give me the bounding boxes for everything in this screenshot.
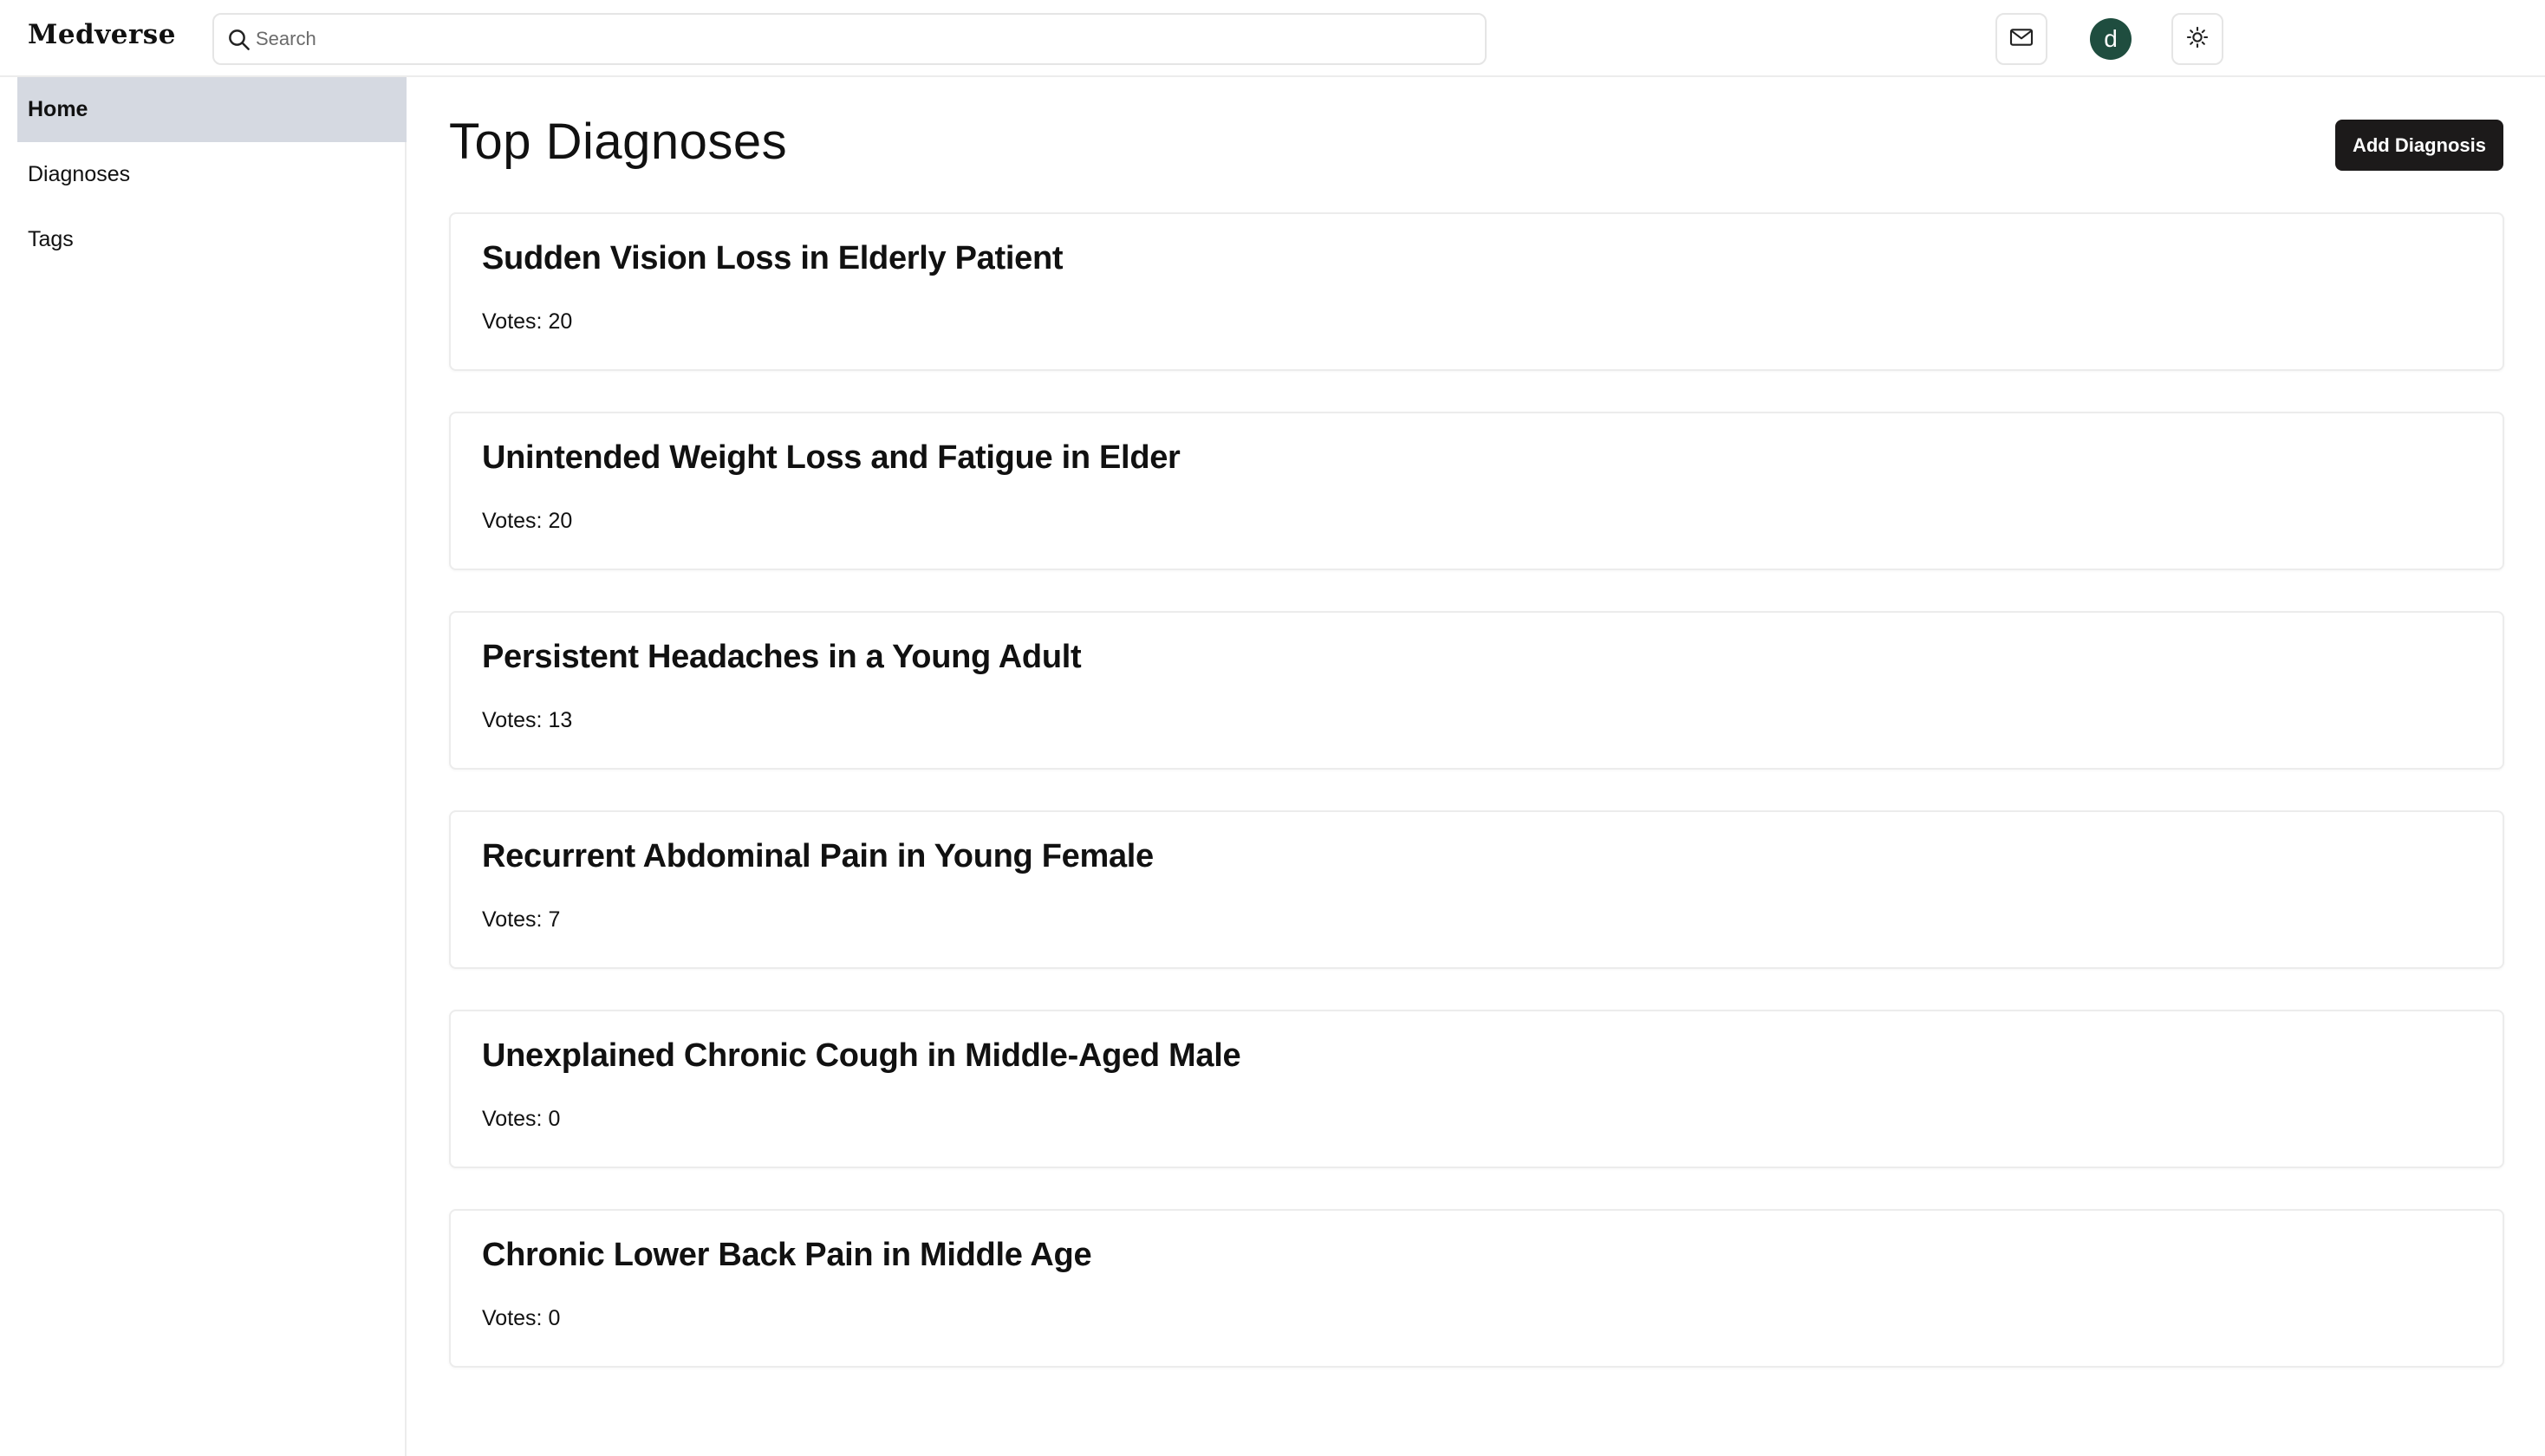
diagnosis-card[interactable]: Chronic Lower Back Pain in Middle Age Vo… (449, 1209, 2504, 1368)
theme-toggle-button[interactable] (2171, 13, 2223, 65)
diagnosis-card[interactable]: Unintended Weight Loss and Fatigue in El… (449, 412, 2504, 570)
mail-button[interactable] (1995, 13, 2047, 65)
search-icon (226, 27, 252, 53)
diagnosis-card[interactable]: Recurrent Abdominal Pain in Young Female… (449, 810, 2504, 969)
app-logo[interactable]: Medverse (28, 19, 176, 50)
sidebar-item-label: Home (28, 97, 88, 121)
avatar[interactable]: d (2090, 18, 2132, 60)
diagnosis-card[interactable]: Unexplained Chronic Cough in Middle-Aged… (449, 1010, 2504, 1168)
diagnosis-title[interactable]: Recurrent Abdominal Pain in Young Female (482, 838, 1154, 875)
diagnosis-card[interactable]: Sudden Vision Loss in Elderly Patient Vo… (449, 212, 2504, 371)
top-bar: Medverse d (0, 0, 2545, 77)
search-input[interactable] (256, 22, 1469, 56)
diagnosis-title[interactable]: Chronic Lower Back Pain in Middle Age (482, 1237, 1092, 1274)
mail-icon (2008, 23, 2035, 55)
add-diagnosis-button[interactable]: Add Diagnosis (2335, 120, 2503, 171)
diagnosis-title[interactable]: Unexplained Chronic Cough in Middle-Aged… (482, 1037, 1241, 1075)
diagnosis-votes: Votes: 0 (482, 1107, 561, 1131)
diagnosis-card[interactable]: Persistent Headaches in a Young Adult Vo… (449, 611, 2504, 770)
diagnosis-votes: Votes: 20 (482, 509, 573, 533)
diagnosis-votes: Votes: 7 (482, 907, 561, 932)
sidebar-item-label: Diagnoses (28, 162, 131, 186)
page-title: Top Diagnoses (449, 114, 788, 170)
sidebar-item-label: Tags (28, 227, 74, 251)
search-box[interactable] (212, 13, 1487, 65)
diagnosis-votes: Votes: 20 (482, 309, 573, 334)
diagnosis-title[interactable]: Unintended Weight Loss and Fatigue in El… (482, 439, 1181, 477)
sidebar-item-home[interactable]: Home (17, 77, 407, 142)
sun-icon (2185, 25, 2210, 54)
diagnosis-title[interactable]: Sudden Vision Loss in Elderly Patient (482, 240, 1064, 277)
diagnosis-votes: Votes: 13 (482, 708, 573, 732)
diagnosis-title[interactable]: Persistent Headaches in a Young Adult (482, 639, 1082, 676)
sidebar-item-diagnoses[interactable]: Diagnoses (17, 142, 407, 207)
sidebar-item-tags[interactable]: Tags (17, 207, 407, 272)
sidebar: Home Diagnoses Tags (0, 77, 407, 1456)
diagnosis-votes: Votes: 0 (482, 1306, 561, 1330)
